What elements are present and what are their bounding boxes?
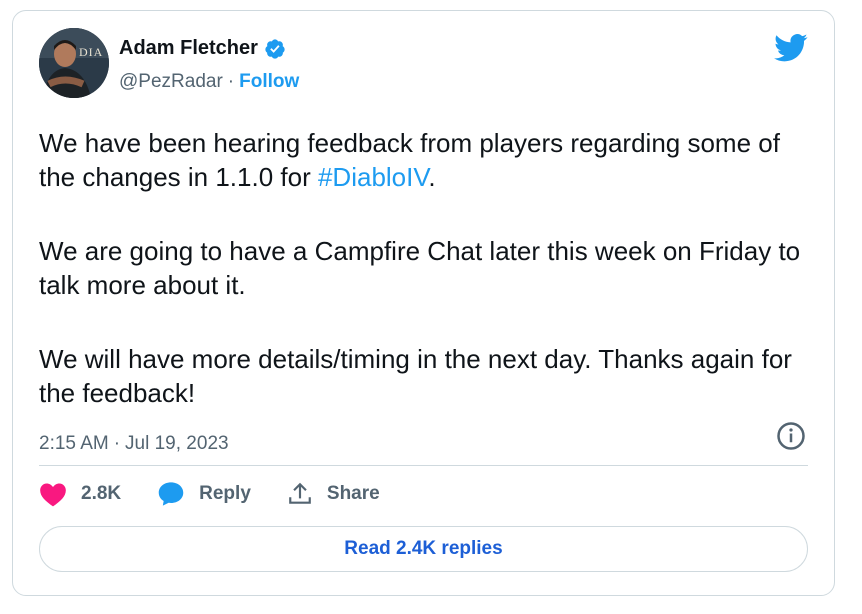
read-replies-label: Read 2.4K replies <box>344 538 503 559</box>
author-handle[interactable]: @PezRadar <box>119 71 223 93</box>
follow-button[interactable]: Follow <box>239 71 299 93</box>
svg-text:DIA: DIA <box>79 45 103 59</box>
hashtag-link[interactable]: #DiabloIV <box>318 162 428 192</box>
tweet-paragraph: We will have more details/timing in the … <box>39 344 792 408</box>
heart-icon <box>40 483 66 507</box>
share-label: Share <box>326 483 380 504</box>
tweet-date: Jul 19, 2023 <box>125 433 229 454</box>
tweet-time: 2:15 AM <box>39 433 109 454</box>
author-name-row: Adam Fletcher <box>119 37 286 60</box>
verified-badge-icon <box>265 38 285 59</box>
author-display-name[interactable]: Adam Fletcher <box>119 37 258 60</box>
reply-bubble-icon <box>158 482 184 506</box>
share-icon <box>289 482 311 504</box>
divider <box>39 465 808 466</box>
info-icon[interactable] <box>776 421 806 451</box>
tweet-paragraph: We have been hearing feedback from playe… <box>39 126 809 194</box>
avatar[interactable]: DIA <box>39 28 109 98</box>
tweet-paragraph: We are going to have a Campfire Chat lat… <box>39 236 801 300</box>
twitter-bird-icon[interactable] <box>774 33 808 63</box>
like-button[interactable]: 2.8K <box>39 481 121 507</box>
tweet-text: We have been hearing feedback from playe… <box>39 126 809 450</box>
tweet-card[interactable]: DIA Adam Fletcher @PezRadar · Follow We … <box>12 10 835 596</box>
like-count: 2.8K <box>81 483 122 504</box>
read-replies-button[interactable]: Read 2.4K replies <box>39 526 808 572</box>
tweet-actions: 2.8K Reply Share <box>39 481 380 507</box>
avatar-photo-icon: DIA <box>39 28 109 98</box>
handle-separator: · <box>227 71 235 92</box>
tweet-paragraph-text: . <box>428 162 436 192</box>
reply-label: Reply <box>199 483 251 504</box>
reply-button[interactable]: Reply <box>157 481 251 507</box>
author-handle-row: @PezRadar · Follow <box>119 71 299 93</box>
timestamp-separator: · <box>113 433 121 454</box>
tweet-timestamp[interactable]: 2:15 AM · Jul 19, 2023 <box>39 433 229 455</box>
share-button[interactable]: Share <box>287 481 380 507</box>
